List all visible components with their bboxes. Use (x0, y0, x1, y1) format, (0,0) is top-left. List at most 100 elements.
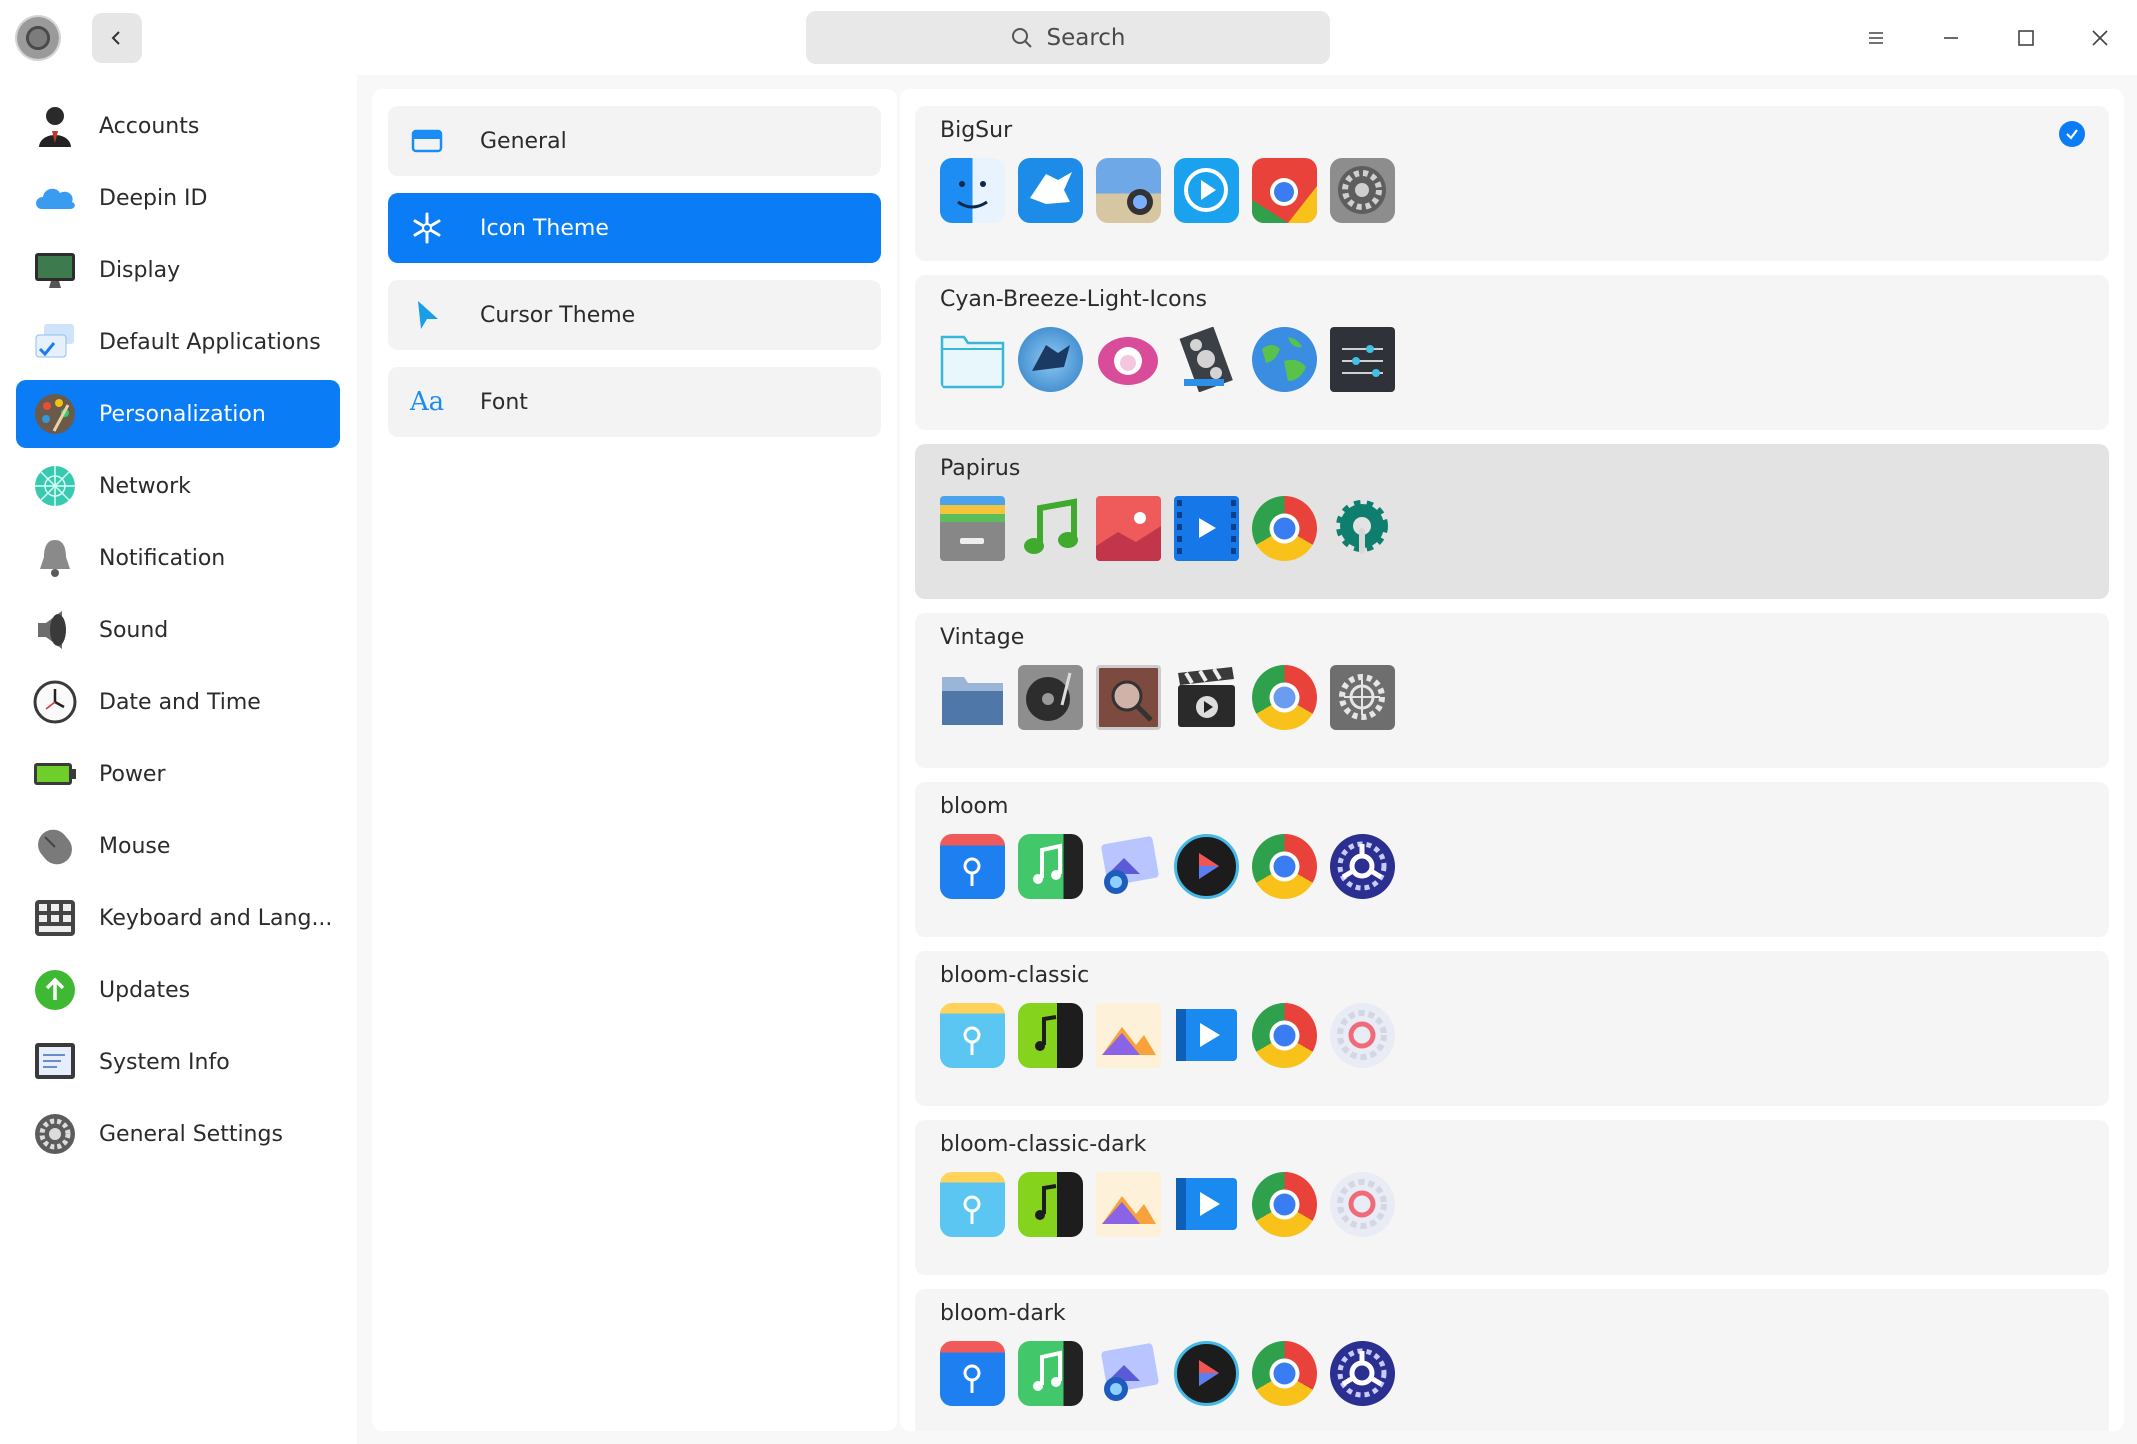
palette-icon (35, 394, 75, 434)
image-viewer-icon (1096, 1172, 1161, 1237)
submenu-item-font[interactable]: Aa Font (388, 367, 881, 437)
sidebar-item-display[interactable]: Display (16, 236, 340, 304)
accounts-icon (39, 107, 71, 147)
file-manager-icon (940, 1172, 1005, 1237)
folder-icon (940, 327, 1005, 392)
bell-icon (40, 540, 70, 577)
image-viewer-icon (1096, 327, 1161, 392)
theme-preview-icons (940, 327, 1395, 393)
theme-card-vintage[interactable]: Vintage (915, 613, 2109, 768)
music-icon (1018, 834, 1083, 899)
hamburger-icon (1869, 32, 1883, 44)
personalization-submenu: General Icon Theme Cursor Theme Aa Font (372, 89, 897, 1431)
sidebar-item-deepin-id[interactable]: Deepin ID (16, 164, 340, 232)
sidebar-item-notification[interactable]: Notification (16, 524, 340, 592)
theme-card-papirus[interactable]: Papirus (915, 444, 2109, 599)
sidebar-item-personalization[interactable]: Personalization (16, 380, 340, 448)
sidebar-item-network[interactable]: Network (16, 452, 340, 520)
file-manager-icon (940, 1003, 1005, 1068)
clock-icon (33, 680, 77, 724)
maximize-button[interactable] (2006, 18, 2046, 58)
image-viewer-icon (1096, 496, 1161, 561)
music-icon (1018, 1341, 1083, 1406)
submenu-item-general[interactable]: General (388, 106, 881, 176)
settings-sliders-icon (1330, 327, 1395, 392)
theme-preview-icons (940, 1172, 1395, 1238)
back-button[interactable] (92, 13, 142, 63)
cloud-icon (36, 188, 75, 209)
file-manager-icon (940, 1341, 1005, 1406)
minimize-icon (1944, 37, 1958, 39)
cursor-icon (410, 298, 444, 332)
maximize-icon (2018, 30, 2034, 46)
folder-icon (940, 665, 1005, 730)
sidebar-item-sound[interactable]: Sound (16, 596, 340, 664)
image-viewer-icon (1096, 158, 1161, 223)
default-apps-icon (35, 324, 74, 358)
theme-card-bloom[interactable]: bloom (915, 782, 2109, 937)
sidebar-item-accounts[interactable]: Accounts (16, 92, 340, 160)
music-icon (1018, 1003, 1083, 1068)
video-player-icon (1174, 1003, 1239, 1068)
globe-icon (1252, 327, 1317, 392)
sidebar-item-updates[interactable]: Updates (16, 956, 340, 1024)
file-manager-icon (940, 834, 1005, 899)
minimize-button[interactable] (1931, 18, 1971, 58)
sidebar-item-system-info[interactable]: System Info (16, 1028, 340, 1096)
search-input[interactable]: Search (806, 11, 1330, 64)
image-viewer-icon (1096, 1341, 1161, 1406)
file-manager-icon (940, 496, 1005, 561)
sidebar-item-power[interactable]: Power (16, 740, 340, 808)
submenu-item-icon-theme[interactable]: Icon Theme (388, 193, 881, 263)
media-player-icon (1174, 834, 1239, 899)
chrome-icon (1252, 1172, 1317, 1237)
sidebar-item-date-and-time[interactable]: Date and Time (16, 668, 340, 736)
chrome-icon (1252, 1003, 1317, 1068)
chrome-icon (1252, 496, 1317, 561)
icon-theme-list: BigSur Cyan-Breeze-Light-Icons Papirus V… (900, 89, 2124, 1431)
settings-gear-icon (1330, 834, 1395, 899)
system-info-icon (35, 1043, 75, 1079)
sidebar-item-default-applications[interactable]: Default Applications (16, 308, 340, 376)
clapperboard-icon (1174, 665, 1239, 730)
chrome-icon (1252, 1341, 1317, 1406)
music-turntable-icon (1018, 665, 1083, 730)
sidebar-item-mouse[interactable]: Mouse (16, 812, 340, 880)
theme-card-bloom-classic[interactable]: bloom-classic (915, 951, 2109, 1106)
battery-icon (34, 763, 76, 785)
sidebar-item-general-settings[interactable]: General Settings (16, 1100, 340, 1168)
close-icon (2092, 30, 2108, 46)
theme-card-bloom-classic-dark[interactable]: bloom-classic-dark (915, 1120, 2109, 1275)
chrome-icon (1252, 834, 1317, 899)
chrome-icon (1252, 665, 1317, 730)
theme-preview-icons (940, 834, 1395, 900)
theme-card-bigsur[interactable]: BigSur (915, 106, 2109, 261)
image-magnifier-icon (1096, 665, 1161, 730)
music-icon (1018, 496, 1083, 561)
menu-button[interactable] (1856, 18, 1896, 58)
mouse-icon (38, 829, 72, 865)
gear-icon (35, 1114, 75, 1154)
search-icon (1012, 27, 1033, 48)
settings-gear-icon (1330, 665, 1395, 730)
browser-wolf-icon (1018, 158, 1083, 223)
theme-preview-icons (940, 1341, 1395, 1407)
theme-card-cyan-breeze-light-icons[interactable]: Cyan-Breeze-Light-Icons (915, 275, 2109, 430)
close-button[interactable] (2080, 18, 2120, 58)
speaker-icon (38, 611, 66, 649)
chevron-left-icon (111, 31, 120, 45)
browser-wolf-icon (1018, 327, 1083, 392)
theme-card-bloom-dark[interactable]: bloom-dark (915, 1289, 2109, 1431)
finder-icon (940, 158, 1005, 223)
theme-preview-icons (940, 665, 1395, 731)
settings-gear-icon (1330, 1172, 1395, 1237)
control-center-logo-icon (17, 17, 59, 59)
settings-gear-icon (1330, 1003, 1395, 1068)
video-player-icon (1174, 1172, 1239, 1237)
submenu-item-cursor-theme[interactable]: Cursor Theme (388, 280, 881, 350)
video-editor-icon (1174, 327, 1239, 392)
sidebar-item-keyboard-and-language[interactable]: Keyboard and Lang... (16, 884, 340, 952)
image-viewer-icon (1096, 1003, 1161, 1068)
display-icon (35, 253, 75, 288)
theme-preview-icons (940, 1003, 1395, 1069)
